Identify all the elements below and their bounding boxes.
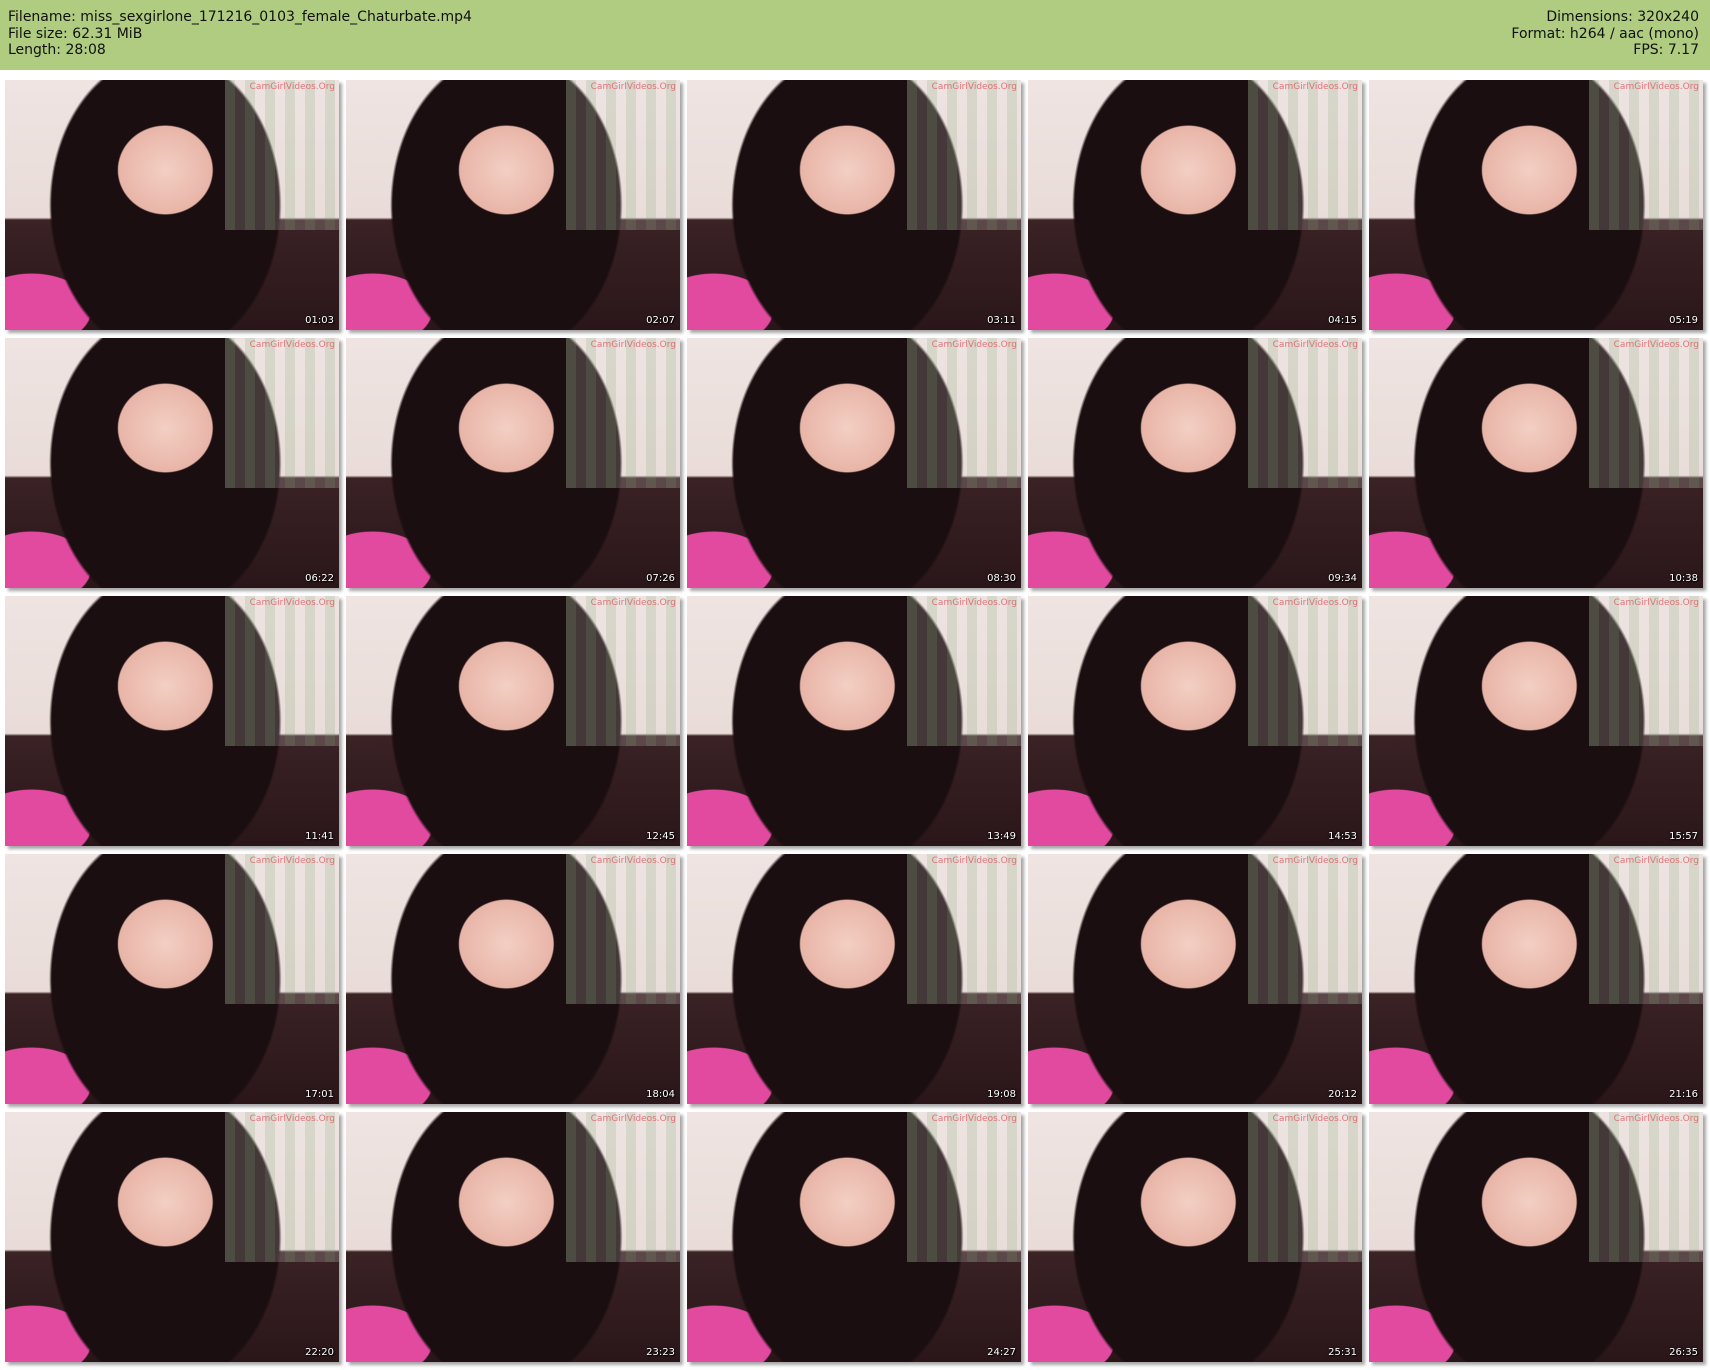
watermark-text: CamGirlVideos.Org: [931, 82, 1017, 92]
video-thumbnail[interactable]: CamGirlVideos.Org 20:12: [1028, 854, 1362, 1104]
watermark-text: CamGirlVideos.Org: [1272, 82, 1358, 92]
video-thumbnail[interactable]: CamGirlVideos.Org 14:53: [1028, 596, 1362, 846]
watermark-text: CamGirlVideos.Org: [1613, 340, 1699, 350]
thumbnail-timestamp: 19:08: [987, 1089, 1016, 1100]
watermark-text: CamGirlVideos.Org: [1613, 1114, 1699, 1124]
thumbnail-timestamp: 24:27: [987, 1347, 1016, 1358]
video-thumbnail[interactable]: CamGirlVideos.Org 12:45: [346, 596, 680, 846]
video-thumbnail[interactable]: CamGirlVideos.Org 09:34: [1028, 338, 1362, 588]
video-thumbnail[interactable]: CamGirlVideos.Org 18:04: [346, 854, 680, 1104]
video-thumbnail[interactable]: CamGirlVideos.Org 24:27: [687, 1112, 1021, 1362]
thumbnail-timestamp: 01:03: [305, 315, 334, 326]
watermark-text: CamGirlVideos.Org: [1613, 856, 1699, 866]
video-thumbnail[interactable]: CamGirlVideos.Org 15:57: [1369, 596, 1703, 846]
watermark-text: CamGirlVideos.Org: [1272, 1114, 1358, 1124]
watermark-text: CamGirlVideos.Org: [249, 82, 335, 92]
video-thumbnail[interactable]: CamGirlVideos.Org 07:26: [346, 338, 680, 588]
thumbnail-timestamp: 05:19: [1669, 315, 1698, 326]
thumbnail-timestamp: 13:49: [987, 831, 1016, 842]
thumbnail-timestamp: 08:30: [987, 573, 1016, 584]
watermark-text: CamGirlVideos.Org: [1613, 598, 1699, 608]
video-thumbnail[interactable]: CamGirlVideos.Org 22:20: [5, 1112, 339, 1362]
video-thumbnail[interactable]: CamGirlVideos.Org 17:01: [5, 854, 339, 1104]
video-thumbnail[interactable]: CamGirlVideos.Org 04:15: [1028, 80, 1362, 330]
video-thumbnail[interactable]: CamGirlVideos.Org 11:41: [5, 596, 339, 846]
watermark-text: CamGirlVideos.Org: [931, 856, 1017, 866]
thumbnail-timestamp: 14:53: [1328, 831, 1357, 842]
watermark-text: CamGirlVideos.Org: [931, 1114, 1017, 1124]
thumbnail-timestamp: 07:26: [646, 573, 675, 584]
thumbnail-timestamp: 26:35: [1669, 1347, 1698, 1358]
video-thumbnail[interactable]: CamGirlVideos.Org 13:49: [687, 596, 1021, 846]
video-thumbnail[interactable]: CamGirlVideos.Org 02:07: [346, 80, 680, 330]
thumbnail-grid: CamGirlVideos.Org 01:03 CamGirlVideos.Org 0…: [0, 0, 1710, 1370]
thumbnail-timestamp: 12:45: [646, 831, 675, 842]
thumbnail-timestamp: 18:04: [646, 1089, 675, 1100]
watermark-text: CamGirlVideos.Org: [590, 598, 676, 608]
thumbnail-timestamp: 04:15: [1328, 315, 1357, 326]
thumbnail-timestamp: 02:07: [646, 315, 675, 326]
thumbnail-timestamp: 21:16: [1669, 1089, 1698, 1100]
video-thumbnail[interactable]: CamGirlVideos.Org 19:08: [687, 854, 1021, 1104]
video-thumbnail[interactable]: CamGirlVideos.Org 25:31: [1028, 1112, 1362, 1362]
thumbnail-timestamp: 10:38: [1669, 573, 1698, 584]
thumbnail-timestamp: 06:22: [305, 573, 334, 584]
video-thumbnail[interactable]: CamGirlVideos.Org 10:38: [1369, 338, 1703, 588]
video-thumbnail[interactable]: CamGirlVideos.Org 05:19: [1369, 80, 1703, 330]
video-thumbnail[interactable]: CamGirlVideos.Org 23:23: [346, 1112, 680, 1362]
thumbnail-timestamp: 23:23: [646, 1347, 675, 1358]
video-thumbnail[interactable]: CamGirlVideos.Org 21:16: [1369, 854, 1703, 1104]
video-thumbnail[interactable]: CamGirlVideos.Org 01:03: [5, 80, 339, 330]
thumbnail-timestamp: 03:11: [987, 315, 1016, 326]
thumbnail-timestamp: 25:31: [1328, 1347, 1357, 1358]
thumbnail-timestamp: 15:57: [1669, 831, 1698, 842]
watermark-text: CamGirlVideos.Org: [249, 856, 335, 866]
watermark-text: CamGirlVideos.Org: [1613, 82, 1699, 92]
watermark-text: CamGirlVideos.Org: [931, 598, 1017, 608]
watermark-text: CamGirlVideos.Org: [249, 1114, 335, 1124]
watermark-text: CamGirlVideos.Org: [249, 340, 335, 350]
video-thumbnail[interactable]: CamGirlVideos.Org 26:35: [1369, 1112, 1703, 1362]
watermark-text: CamGirlVideos.Org: [249, 598, 335, 608]
watermark-text: CamGirlVideos.Org: [590, 82, 676, 92]
watermark-text: CamGirlVideos.Org: [1272, 856, 1358, 866]
video-thumbnail[interactable]: CamGirlVideos.Org 06:22: [5, 338, 339, 588]
thumbnail-timestamp: 11:41: [305, 831, 334, 842]
thumbnail-timestamp: 09:34: [1328, 573, 1357, 584]
watermark-text: CamGirlVideos.Org: [590, 340, 676, 350]
thumbnail-timestamp: 22:20: [305, 1347, 334, 1358]
thumbnail-timestamp: 17:01: [305, 1089, 334, 1100]
video-thumbnail[interactable]: CamGirlVideos.Org 08:30: [687, 338, 1021, 588]
video-thumbnail[interactable]: CamGirlVideos.Org 03:11: [687, 80, 1021, 330]
watermark-text: CamGirlVideos.Org: [931, 340, 1017, 350]
watermark-text: CamGirlVideos.Org: [1272, 340, 1358, 350]
thumbnail-timestamp: 20:12: [1328, 1089, 1357, 1100]
watermark-text: CamGirlVideos.Org: [590, 1114, 676, 1124]
watermark-text: CamGirlVideos.Org: [590, 856, 676, 866]
watermark-text: CamGirlVideos.Org: [1272, 598, 1358, 608]
